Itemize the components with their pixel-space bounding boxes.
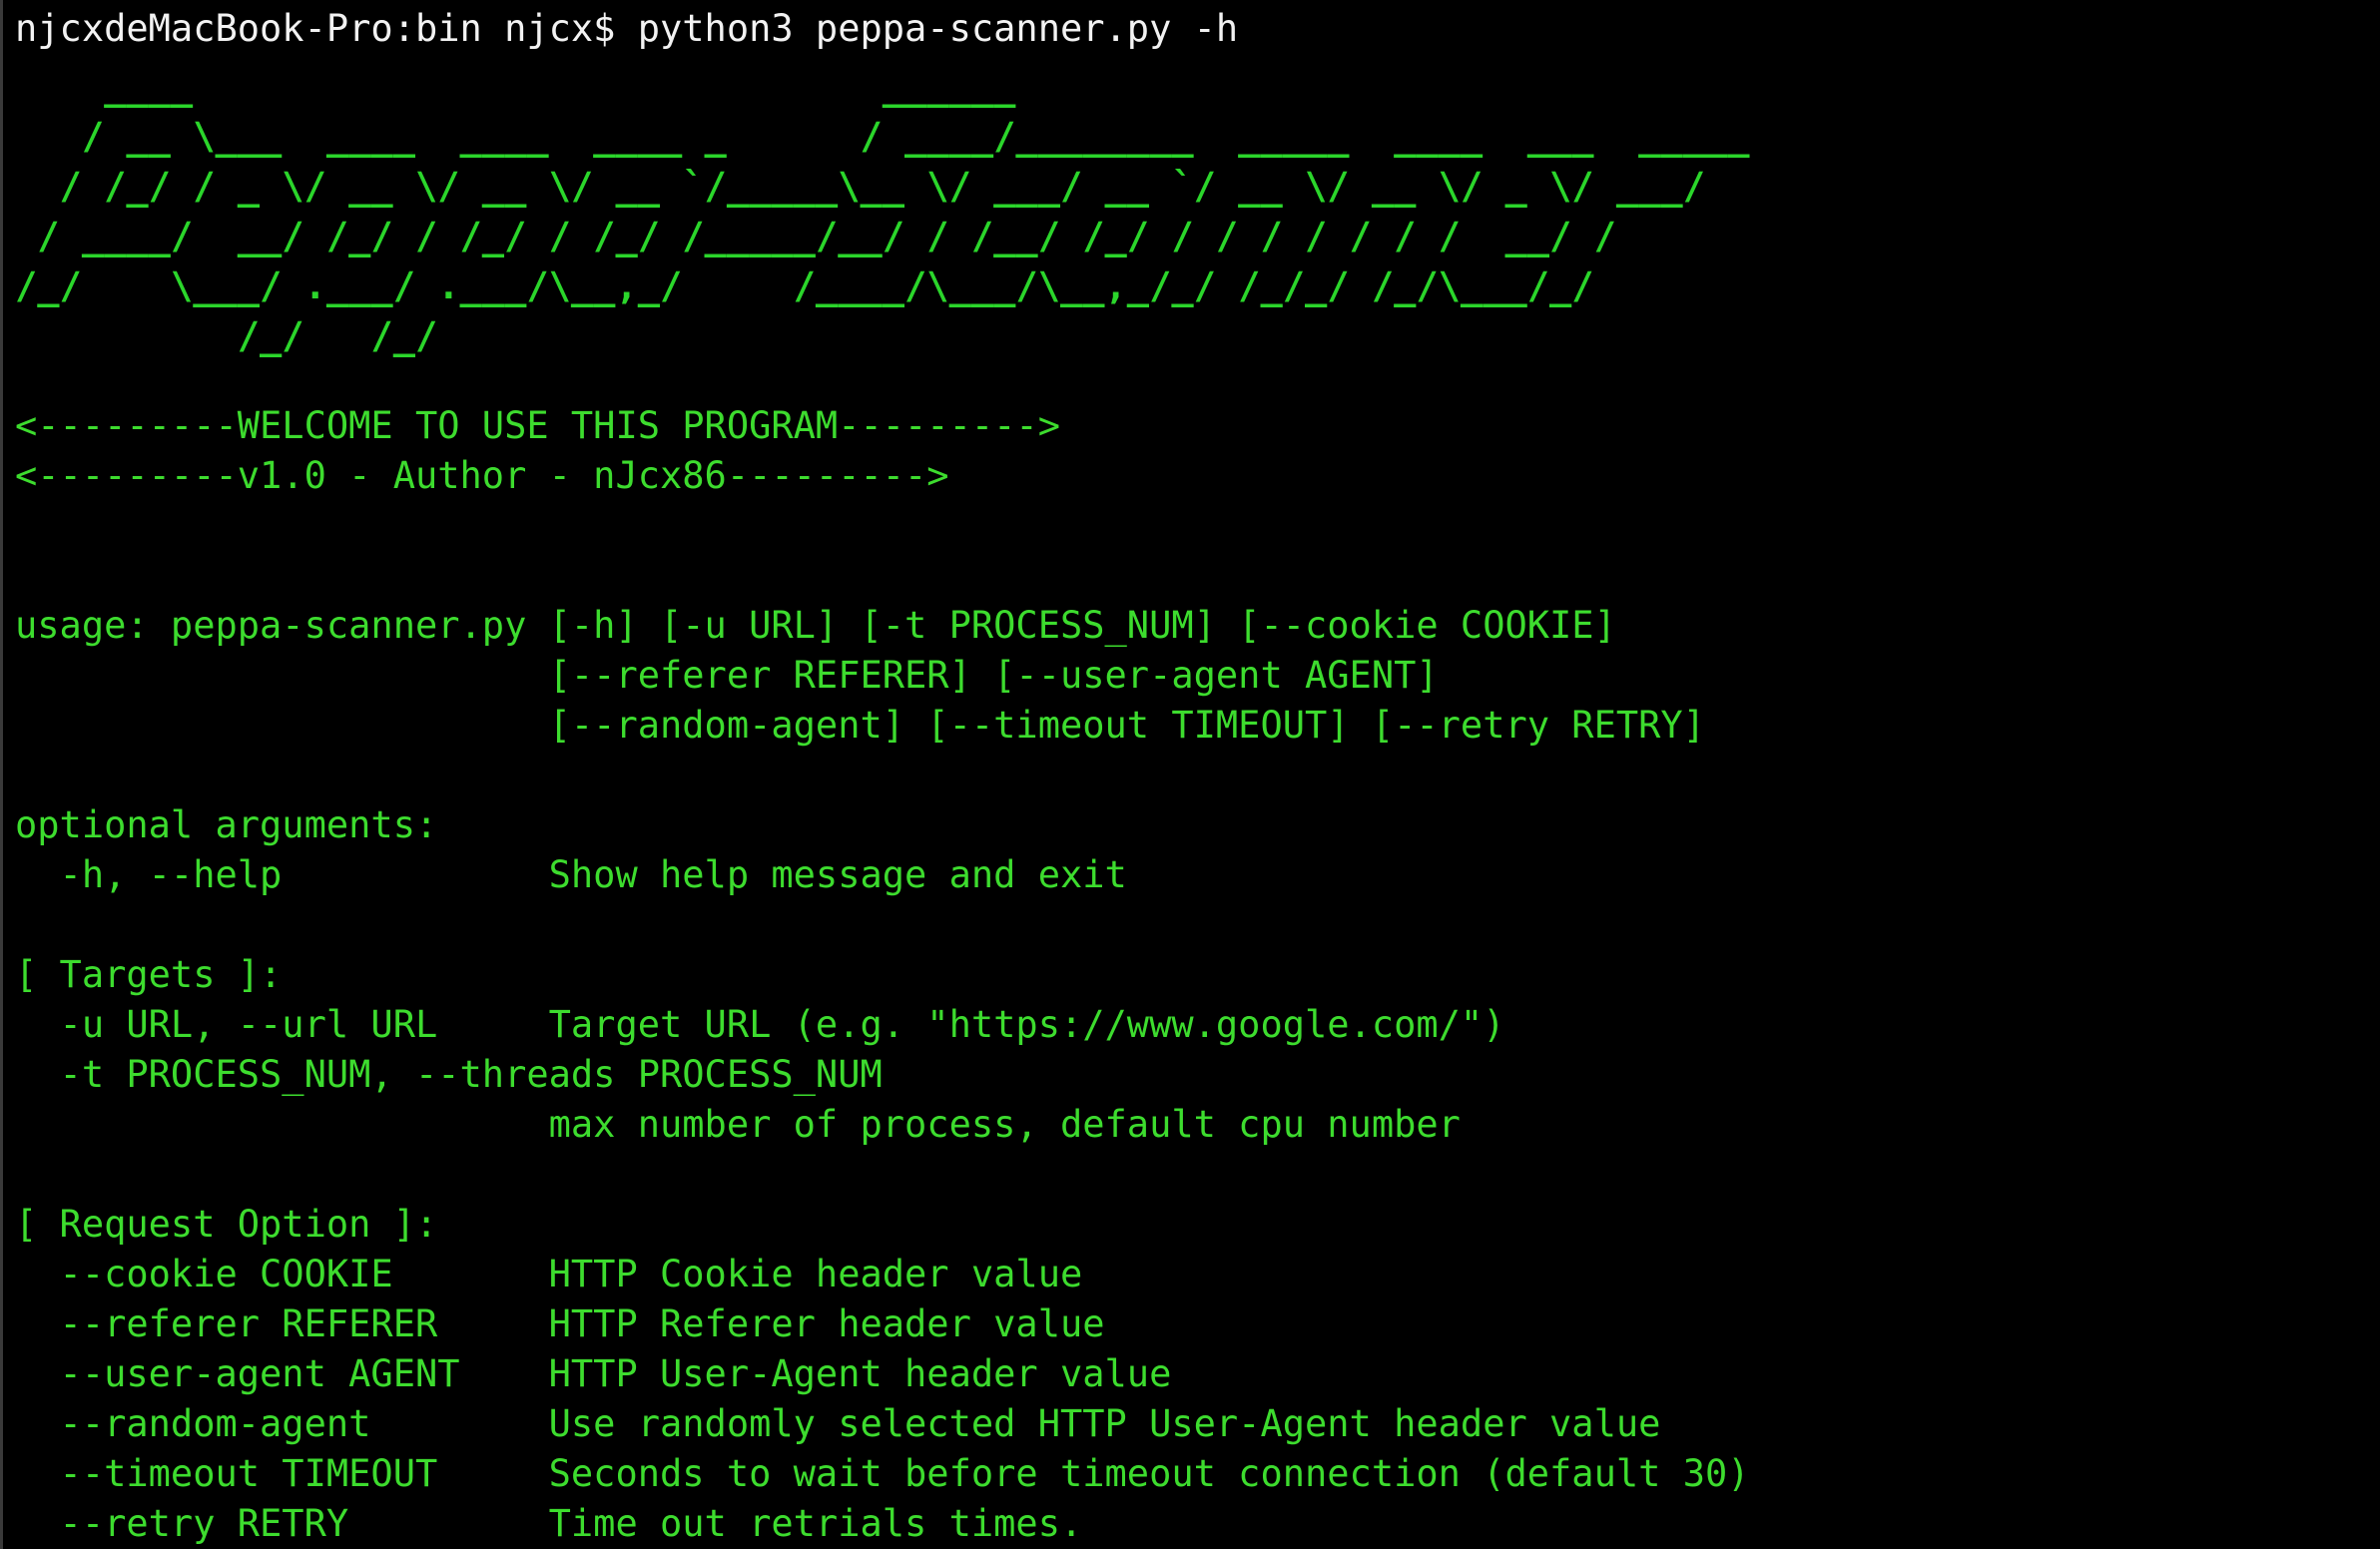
random-agent-option-line: --random-agent Use randomly selected HTT… bbox=[15, 1402, 1661, 1445]
help-option-line: -h, --help Show help message and exit bbox=[15, 853, 1127, 896]
cookie-option-line: --cookie COOKIE HTTP Cookie header value bbox=[15, 1253, 1083, 1295]
welcome-banner-line: <---------WELCOME TO USE THIS PROGRAM---… bbox=[15, 404, 1060, 447]
optional-arguments-heading: optional arguments: bbox=[15, 803, 438, 846]
url-option-line: -u URL, --url URL Target URL (e.g. "http… bbox=[15, 1003, 1505, 1046]
threads-option-line: -t PROCESS_NUM, --threads PROCESS_NUM bbox=[15, 1053, 883, 1096]
request-option-heading: [ Request Option ]: bbox=[15, 1203, 438, 1246]
usage-line-2: [--referer REFERER] [--user-agent AGENT] bbox=[15, 654, 1439, 697]
usage-line-1: usage: peppa-scanner.py [-h] [-u URL] [-… bbox=[15, 604, 1616, 647]
usage-line-3: [--random-agent] [--timeout TIMEOUT] [--… bbox=[15, 704, 1705, 747]
version-author-line: <---------v1.0 - Author - nJcx86--------… bbox=[15, 454, 949, 497]
user-agent-option-line: --user-agent AGENT HTTP User-Agent heade… bbox=[15, 1352, 1172, 1395]
timeout-option-line: --timeout TIMEOUT Seconds to wait before… bbox=[15, 1452, 1750, 1495]
command-prompt-line: njcxdeMacBook-Pro:bin njcx$ python3 pepp… bbox=[15, 7, 1239, 50]
threads-description-line: max number of process, default cpu numbe… bbox=[15, 1103, 1461, 1146]
terminal-window[interactable]: njcxdeMacBook-Pro:bin njcx$ python3 pepp… bbox=[0, 0, 2380, 1549]
targets-heading: [ Targets ]: bbox=[15, 953, 283, 996]
referer-option-line: --referer REFERER HTTP Referer header va… bbox=[15, 1302, 1105, 1345]
terminal-screen[interactable]: njcxdeMacBook-Pro:bin njcx$ python3 pepp… bbox=[15, 0, 2380, 1549]
ascii-art-banner: ____ ______ / __ \___ ____ ____ ____ _ /… bbox=[15, 65, 1750, 357]
retry-option-line: --retry RETRY Time out retrials times. bbox=[15, 1502, 1083, 1545]
